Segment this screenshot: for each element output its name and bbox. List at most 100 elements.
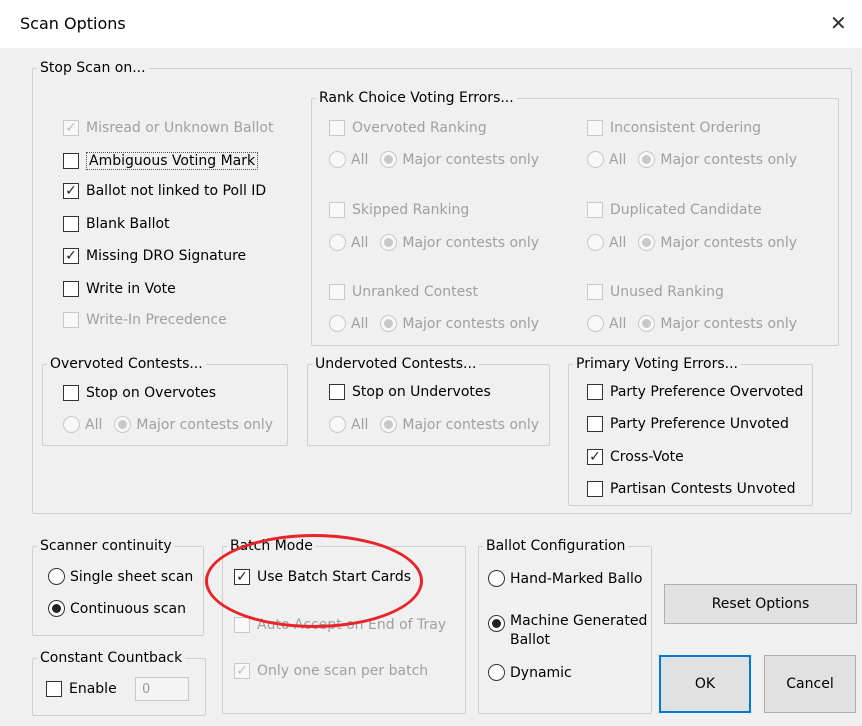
one-scan-per-batch-label: Only one scan per batch: [257, 663, 429, 679]
unused-ranking-checkbox: Unused Ranking: [587, 284, 724, 300]
enable-countback-checkbox[interactable]: Enable: [46, 681, 117, 697]
one-scan-per-batch-checkbox: ✓ Only one scan per batch: [234, 663, 428, 679]
stop-on-undervotes-label: Stop on Undervotes: [352, 384, 491, 400]
cancel-button[interactable]: Cancel: [764, 655, 856, 713]
ok-button[interactable]: OK: [659, 655, 751, 713]
all-label: All: [609, 151, 627, 168]
all-label: All: [351, 151, 369, 168]
close-icon[interactable]: ✕: [830, 13, 847, 33]
auto-accept-label: Auto Accept on End of Tray: [257, 617, 447, 633]
major-radio: [380, 416, 398, 433]
continuous-scan-radio[interactable]: Continuous scan: [48, 600, 186, 617]
partisan-contests-unvoted-checkbox[interactable]: Partisan Contests Unvoted: [587, 481, 796, 497]
all-label: All: [609, 315, 627, 332]
all-radio: [329, 151, 346, 168]
checkbox-box: [234, 617, 250, 633]
major-radio: [114, 416, 132, 433]
ballot-configuration-legend: Ballot Configuration: [486, 538, 626, 554]
checkbox-box[interactable]: ✓: [587, 449, 603, 465]
blank-ballot-checkbox[interactable]: Blank Ballot: [63, 216, 170, 232]
undervotes-scope-radios: All Major contests only: [329, 416, 539, 433]
radio-circle[interactable]: [488, 570, 505, 587]
major-radio: [638, 315, 656, 332]
primary-voting-errors-legend: Primary Voting Errors...: [576, 356, 738, 372]
checkbox-box[interactable]: [329, 384, 345, 400]
checkbox-box: [587, 284, 603, 300]
all-label: All: [609, 234, 627, 251]
ambiguous-mark-checkbox[interactable]: Ambiguous Voting Mark: [63, 152, 259, 170]
major-radio: [638, 151, 656, 168]
use-batch-start-cards-checkbox[interactable]: ✓ Use Batch Start Cards: [234, 569, 411, 585]
ballot-not-linked-checkbox[interactable]: ✓ Ballot not linked to Poll ID: [63, 183, 266, 199]
write-in-precedence-checkbox: Write-In Precedence: [63, 312, 227, 328]
major-label: Major contests only: [660, 234, 798, 251]
inconsistent-ordering-radios: All Major contests only: [587, 151, 797, 168]
stop-on-overvotes-checkbox[interactable]: Stop on Overvotes: [63, 385, 216, 401]
major-radio: [380, 151, 398, 168]
radio-circle[interactable]: [488, 615, 505, 632]
machine-generated-radio[interactable]: Machine Generated Ballot: [488, 612, 647, 650]
dynamic-radio[interactable]: Dynamic: [488, 664, 572, 681]
use-batch-start-cards-label: Use Batch Start Cards: [257, 569, 411, 585]
all-label: All: [351, 315, 369, 332]
checkbox-box[interactable]: [63, 385, 79, 401]
checkbox-box[interactable]: ✓: [234, 569, 250, 585]
write-in-vote-checkbox[interactable]: Write in Vote: [63, 281, 176, 297]
ballot-not-linked-label: Ballot not linked to Poll ID: [86, 183, 267, 199]
unranked-contest-radios: All Major contests only: [329, 315, 539, 332]
checkbox-box: [329, 120, 345, 136]
radio-circle[interactable]: [48, 600, 65, 617]
checkbox-box: [587, 120, 603, 136]
cross-vote-checkbox[interactable]: ✓ Cross-Vote: [587, 449, 684, 465]
major-label: Major contests only: [660, 315, 798, 332]
radio-circle[interactable]: [48, 568, 65, 585]
checkbox-box[interactable]: [63, 216, 79, 232]
skipped-ranking-radios: All Major contests only: [329, 234, 539, 251]
stop-scan-legend: Stop Scan on...: [40, 60, 146, 76]
checkbox-box: [587, 202, 603, 218]
hand-marked-label: Hand-Marked Ballo: [510, 570, 643, 587]
checkbox-box: [329, 284, 345, 300]
blank-ballot-label: Blank Ballot: [86, 216, 170, 232]
unused-ranking-label: Unused Ranking: [610, 284, 724, 300]
scanner-continuity-legend: Scanner continuity: [40, 538, 172, 554]
checkbox-box[interactable]: [587, 416, 603, 432]
inconsistent-ordering-checkbox: Inconsistent Ordering: [587, 120, 761, 136]
party-preference-overvoted-checkbox[interactable]: Party Preference Overvoted: [587, 384, 803, 400]
major-radio: [638, 234, 656, 251]
write-in-precedence-label: Write-In Precedence: [86, 312, 227, 328]
ambiguous-mark-label: Ambiguous Voting Mark: [86, 152, 259, 170]
auto-accept-checkbox: Auto Accept on End of Tray: [234, 617, 446, 633]
all-radio: [329, 315, 346, 332]
single-sheet-scan-radio[interactable]: Single sheet scan: [48, 568, 193, 585]
party-preference-unvoted-checkbox[interactable]: Party Preference Unvoted: [587, 416, 789, 432]
checkbox-box[interactable]: [46, 681, 62, 697]
checkbox-box[interactable]: [63, 153, 79, 169]
all-radio: [587, 151, 604, 168]
inconsistent-ordering-label: Inconsistent Ordering: [610, 120, 761, 136]
checkbox-box[interactable]: ✓: [63, 183, 79, 199]
reset-options-button[interactable]: Reset Options: [664, 584, 857, 624]
missing-dro-checkbox[interactable]: ✓ Missing DRO Signature: [63, 248, 246, 264]
stop-on-overvotes-label: Stop on Overvotes: [86, 385, 217, 401]
stop-on-undervotes-checkbox[interactable]: Stop on Undervotes: [329, 384, 491, 400]
major-label: Major contests only: [660, 151, 798, 168]
radio-circle[interactable]: [488, 664, 505, 681]
checkbox-box[interactable]: [587, 384, 603, 400]
dynamic-label: Dynamic: [510, 664, 572, 681]
major-label: Major contests only: [136, 416, 274, 433]
unranked-contest-label: Unranked Contest: [352, 284, 478, 300]
checkbox-box[interactable]: [587, 481, 603, 497]
undervoted-contests-legend: Undervoted Contests...: [315, 356, 477, 372]
checkbox-box: [329, 202, 345, 218]
party-preference-unvoted-label: Party Preference Unvoted: [610, 416, 789, 432]
checkbox-box[interactable]: ✓: [63, 248, 79, 264]
enable-countback-label: Enable: [69, 681, 117, 697]
checkbox-box[interactable]: [63, 281, 79, 297]
single-sheet-scan-label: Single sheet scan: [70, 568, 194, 585]
duplicated-candidate-label: Duplicated Candidate: [610, 202, 762, 218]
skipped-ranking-checkbox: Skipped Ranking: [329, 202, 469, 218]
batch-mode-legend: Batch Mode: [230, 538, 313, 554]
hand-marked-radio[interactable]: Hand-Marked Ballo: [488, 570, 642, 587]
major-radio: [380, 234, 398, 251]
